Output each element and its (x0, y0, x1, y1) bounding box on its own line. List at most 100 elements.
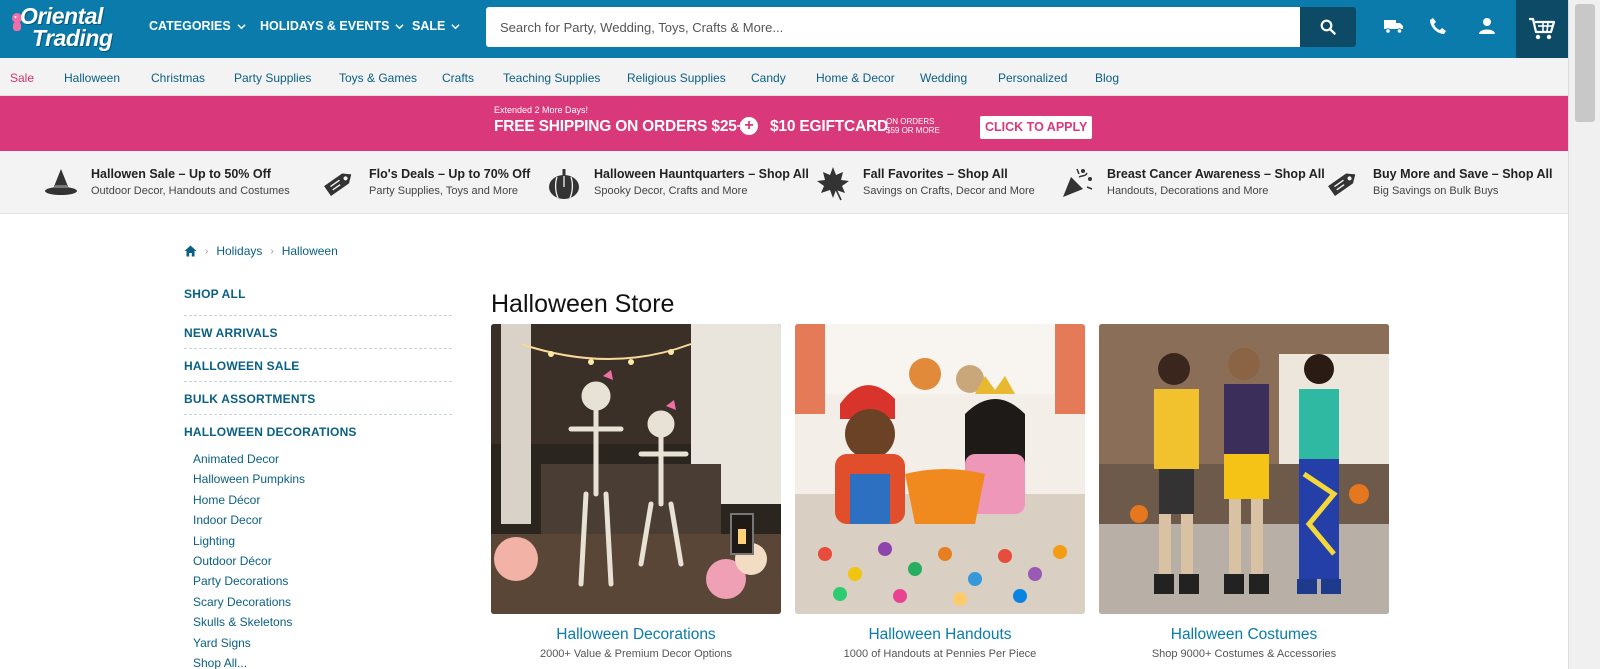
cat-link-teaching-supplies[interactable]: Teaching Supplies (503, 71, 600, 85)
nav-sale-label: SALE (412, 19, 446, 33)
deal-title: Breast Cancer Awareness – Shop All (1107, 167, 1325, 181)
nav-holidays-events[interactable]: HOLIDAYS & EVENTS (260, 0, 405, 52)
search-button[interactable] (1300, 7, 1356, 47)
top-header: Oriental Trading CATEGORIES HOLIDAYS & E… (0, 0, 1568, 58)
page-title: Halloween Store (491, 290, 675, 318)
sidebar-sub-item[interactable]: Outdoor Décor (184, 554, 452, 574)
logo-line2: Trading (32, 25, 113, 51)
plus-icon: + (740, 117, 758, 135)
cat-link-home-decor[interactable]: Home & Decor (816, 71, 895, 85)
deal-sub: Spooky Decor, Crafts and More (594, 185, 748, 197)
cat-link-religious-supplies[interactable]: Religious Supplies (627, 71, 726, 85)
cat-link-toys-games[interactable]: Toys & Games (339, 71, 417, 85)
cat-link-personalized[interactable]: Personalized (998, 71, 1067, 85)
breadcrumb-halloween[interactable]: Halloween (282, 244, 338, 258)
costumes-image[interactable] (1099, 324, 1389, 614)
promo-free-shipping: FREE SHIPPING ON ORDERS $25+ (494, 118, 746, 135)
cat-link-wedding[interactable]: Wedding (920, 71, 967, 85)
scrollbar-thumb[interactable] (1575, 4, 1595, 122)
sidebar-sub-item[interactable]: Party Decorations (184, 574, 452, 594)
category-nav: Sale Halloween Christmas Party Supplies … (0, 58, 1568, 96)
sidebar-new-arrivals[interactable]: NEW ARRIVALS (184, 316, 452, 349)
sidebar-sub-item[interactable]: Home Décor (184, 493, 452, 513)
cat-link-sale[interactable]: Sale (10, 71, 34, 85)
decorations-image[interactable] (491, 324, 781, 614)
card-title[interactable]: Halloween Costumes (1099, 626, 1389, 644)
category-card-handouts[interactable]: Halloween Handouts 1000 of Handouts at P… (795, 324, 1085, 660)
promo-on-orders-line2: $59 OR MORE (886, 126, 940, 135)
cat-link-party-supplies[interactable]: Party Supplies (234, 71, 311, 85)
deal-title: Fall Favorites – Shop All (863, 167, 1008, 181)
cat-link-halloween[interactable]: Halloween (64, 71, 120, 85)
promo-small-text: Extended 2 More Days! (494, 105, 589, 115)
sidebar-halloween-sale[interactable]: HALLOWEEN SALE (184, 349, 452, 382)
search-box (486, 7, 1300, 47)
truck-icon[interactable] (1382, 14, 1406, 38)
pumpkin-icon (549, 169, 579, 199)
nav-sale[interactable]: SALE (412, 0, 460, 52)
confetti-icon (1063, 168, 1093, 197)
card-subtitle: 2000+ Value & Premium Decor Options (539, 648, 733, 660)
deals-row: Hallowen Sale – Up to 50% Off Outdoor De… (0, 151, 1568, 214)
cat-link-crafts[interactable]: Crafts (442, 71, 474, 85)
sidebar-bulk-assortments[interactable]: BULK ASSORTMENTS (184, 382, 452, 415)
chevron-down-icon (451, 23, 460, 29)
cat-link-blog[interactable]: Blog (1095, 71, 1119, 85)
promo-banner[interactable]: Extended 2 More Days! FREE SHIPPING ON O… (0, 96, 1568, 151)
card-title[interactable]: Halloween Handouts (795, 626, 1085, 644)
click-to-apply-button[interactable]: CLICK TO APPLY (980, 116, 1093, 139)
deal-sub: Big Savings on Bulk Buys (1373, 185, 1499, 197)
card-subtitle: Shop 9000+ Costumes & Accessories (1151, 648, 1337, 660)
card-title[interactable]: Halloween Decorations (491, 626, 781, 644)
chevron-down-icon (237, 23, 246, 29)
scrollbar[interactable] (1568, 0, 1600, 669)
breadcrumb-holidays[interactable]: Holidays (216, 244, 262, 258)
promo-on-orders: ON ORDERS $59 OR MORE (886, 117, 940, 135)
witch-hat-icon (45, 169, 77, 195)
sidebar: SHOP ALL NEW ARRIVALS HALLOWEEN SALE BUL… (184, 283, 452, 669)
category-card-costumes[interactable]: Halloween Costumes Shop 9000+ Costumes &… (1099, 324, 1389, 660)
promo-on-orders-line1: ON ORDERS (886, 117, 935, 126)
cat-link-candy[interactable]: Candy (751, 71, 786, 85)
nav-holidays-label: HOLIDAYS & EVENTS (260, 19, 390, 33)
deal-title: Hallowen Sale – Up to 50% Off (91, 167, 271, 181)
price-tag-icon (324, 173, 352, 196)
search-icon (1320, 19, 1336, 35)
price-tag-icon (1328, 173, 1356, 196)
sidebar-shop-all[interactable]: SHOP ALL (184, 283, 452, 316)
deal-sub: Outdoor Decor, Handouts and Costumes (91, 185, 290, 197)
chevron-right-icon: › (270, 245, 274, 257)
handouts-image[interactable] (795, 324, 1085, 614)
deal-sub: Handouts, Decorations and More (1107, 185, 1269, 197)
card-subtitle: 1000 of Handouts at Pennies Per Piece (843, 648, 1037, 660)
leaf-icon (817, 167, 849, 201)
phone-icon[interactable] (1426, 14, 1450, 38)
nav-categories[interactable]: CATEGORIES (149, 0, 246, 52)
cat-link-christmas[interactable]: Christmas (151, 71, 205, 85)
sidebar-sub-item[interactable]: Scary Decorations (184, 595, 452, 615)
cart-button[interactable] (1516, 0, 1568, 58)
sidebar-sub-item[interactable]: Lighting (184, 534, 452, 554)
deal-sub: Savings on Crafts, Decor and More (863, 185, 1035, 197)
nav-categories-label: CATEGORIES (149, 19, 231, 33)
sidebar-halloween-decorations[interactable]: HALLOWEEN DECORATIONS (184, 415, 452, 452)
chevron-down-icon (395, 23, 405, 29)
promo-egiftcard: $10 EGIFTCARD (770, 118, 888, 135)
cart-icon (1529, 17, 1556, 40)
search-input[interactable] (486, 7, 1300, 47)
sidebar-sub-item[interactable]: Shop All... (184, 656, 452, 669)
user-icon[interactable] (1475, 14, 1499, 38)
deal-sub: Party Supplies, Toys and More (369, 185, 518, 197)
sidebar-sub-item[interactable]: Yard Signs (184, 636, 452, 656)
sidebar-sub-item[interactable]: Indoor Decor (184, 513, 452, 533)
sidebar-sub-item[interactable]: Halloween Pumpkins (184, 472, 452, 492)
sidebar-sub-item[interactable]: Animated Decor (184, 452, 452, 472)
deal-title: Flo's Deals – Up to 70% Off (369, 167, 531, 181)
oriental-trading-logo[interactable]: Oriental Trading (6, 3, 122, 53)
chevron-right-icon: › (205, 245, 209, 257)
category-card-decorations[interactable]: Halloween Decorations 2000+ Value & Prem… (491, 324, 781, 660)
home-icon[interactable] (184, 245, 197, 257)
deal-title: Buy More and Save – Shop All (1373, 167, 1553, 181)
deal-title: Halloween Hauntquarters – Shop All (594, 167, 809, 181)
sidebar-sub-item[interactable]: Skulls & Skeletons (184, 615, 452, 635)
